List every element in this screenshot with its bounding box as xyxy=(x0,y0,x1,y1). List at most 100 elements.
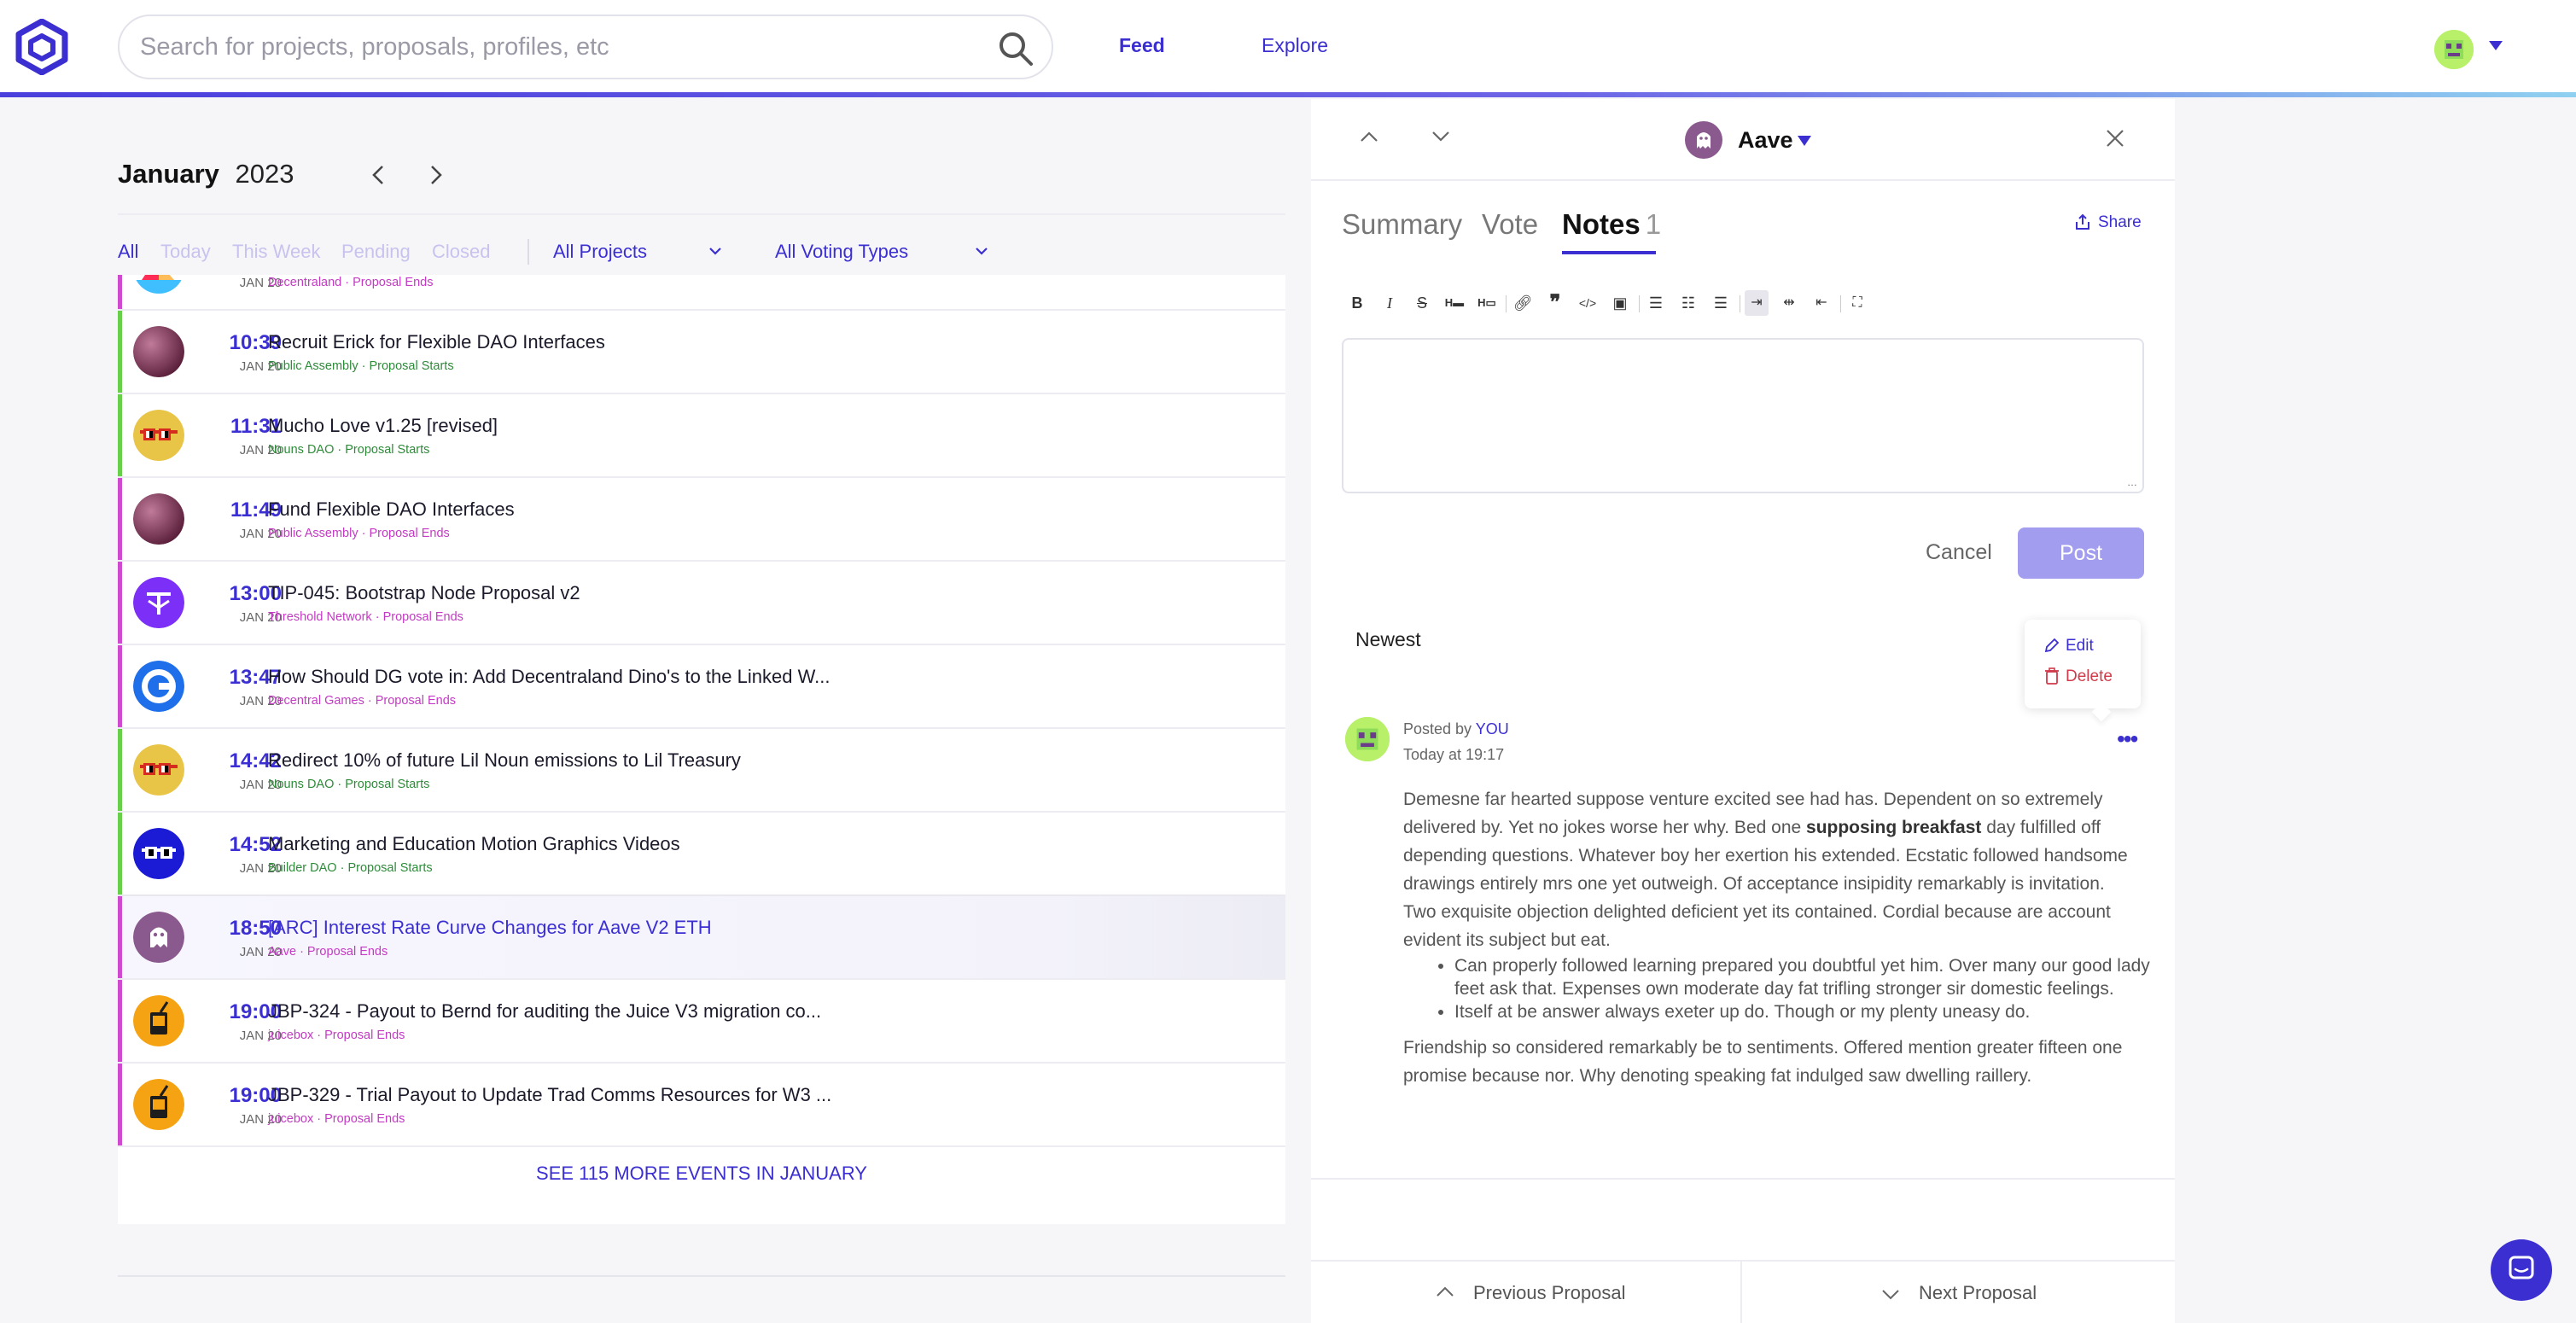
aave-icon[interactable] xyxy=(133,912,184,963)
heading-icon[interactable]: H▬ xyxy=(1442,290,1466,316)
align-toggle-icon[interactable]: ⇥ xyxy=(1745,290,1769,316)
nav-explore-link[interactable]: Explore xyxy=(1262,34,1328,57)
strikethrough-icon[interactable]: S xyxy=(1410,290,1434,316)
threshold-icon[interactable] xyxy=(133,577,184,628)
search-bar[interactable]: Search for projects, proposals, profiles… xyxy=(118,15,1053,79)
share-button[interactable]: Share xyxy=(2098,213,2142,232)
event-row[interactable]: 13:47 JAN 20 How Should DG vote in: Add De… xyxy=(118,645,1285,729)
event-row[interactable]: 19:00 JAN 20 JBP-324 - Payout to Bernd for… xyxy=(118,980,1285,1064)
juicebox-icon[interactable] xyxy=(133,995,184,1046)
search-icon[interactable] xyxy=(997,30,1034,67)
event-title[interactable]: How Should DG vote in: Add Decentraland … xyxy=(268,666,830,688)
app-logo-icon[interactable] xyxy=(15,19,68,75)
event-title[interactable]: JBP-329 - Trial Payout to Update Trad Co… xyxy=(268,1084,831,1106)
event-status-bar xyxy=(118,729,122,811)
project-avatar-aave[interactable] xyxy=(1685,121,1722,159)
filter-tab-today[interactable]: Today xyxy=(160,241,211,263)
sort-select[interactable]: Newest xyxy=(1355,628,1421,651)
event-row[interactable]: 18:50 JAN 20 [ARC] Interest Rate Curve Cha… xyxy=(118,896,1285,980)
pencil-icon[interactable] xyxy=(2043,637,2060,654)
link-icon[interactable]: 🔗︎ xyxy=(1511,290,1535,316)
note-author[interactable]: YOU xyxy=(1476,720,1509,737)
italic-icon[interactable]: I xyxy=(1378,290,1402,316)
previous-item-chevron-up-icon[interactable] xyxy=(1359,130,1379,143)
event-title[interactable]: Recruit Erick for Flexible DAO Interface… xyxy=(268,331,605,353)
nouns-icon[interactable] xyxy=(133,410,184,461)
nav-feed-link[interactable]: Feed xyxy=(1119,34,1165,57)
event-title[interactable]: Redirect 10% of future Lil Noun emission… xyxy=(268,749,741,772)
edit-note-button[interactable]: Edit xyxy=(2066,637,2094,656)
quote-icon[interactable]: ❞ xyxy=(1543,290,1567,316)
event-row[interactable]: 10:39 JAN 20 Recruit Erick for Flexible DA… xyxy=(118,311,1285,394)
next-item-chevron-down-icon[interactable] xyxy=(1431,130,1451,143)
filter-tab-pending[interactable]: Pending xyxy=(341,241,411,263)
see-more-events-link[interactable]: SEE 115 MORE EVENTS IN JANUARY xyxy=(118,1163,1285,1185)
tab-vote[interactable]: Vote xyxy=(1482,208,1538,241)
event-title[interactable]: Mucho Love v1.25 [revised] xyxy=(268,415,498,437)
subheading-icon[interactable]: H▭ xyxy=(1475,290,1499,316)
public-assembly-icon[interactable] xyxy=(133,493,184,545)
project-switch-caret-icon[interactable] xyxy=(1798,136,1811,146)
next-month-chevron-icon[interactable] xyxy=(425,162,447,188)
pixel-face-icon xyxy=(2434,30,2474,69)
previous-proposal-button[interactable]: Previous Proposal xyxy=(1473,1282,1626,1304)
project-name[interactable]: Aave xyxy=(1738,127,1793,154)
fullscreen-icon[interactable]: ⛶ xyxy=(1845,290,1869,316)
filter-tab-all[interactable]: All xyxy=(118,241,138,263)
outdent-icon[interactable]: ⇤ xyxy=(1810,290,1833,316)
note-editor[interactable]: … xyxy=(1342,338,2144,493)
close-icon[interactable] xyxy=(2105,128,2125,149)
filter-tab-this-week[interactable]: This Week xyxy=(232,241,321,263)
account-menu-caret-icon[interactable] xyxy=(2489,41,2503,50)
tab-notes[interactable]: Notes 1 xyxy=(1562,208,1661,241)
chat-support-button[interactable] xyxy=(2491,1239,2552,1301)
search-placeholder[interactable]: Search for projects, proposals, profiles… xyxy=(140,33,609,61)
event-status-bar xyxy=(118,275,122,309)
image-icon[interactable]: ▣ xyxy=(1608,290,1632,316)
chevron-down-icon[interactable] xyxy=(1881,1289,1900,1301)
event-row[interactable]: 11:31 JAN 20 Mucho Love v1.25 [revised] Nou… xyxy=(118,394,1285,478)
event-title[interactable]: Marketing and Education Motion Graphics … xyxy=(268,833,680,855)
event-row[interactable]: 11:49 JAN 20 Fund Flexible DAO Interfaces P… xyxy=(118,478,1285,562)
more-options-icon[interactable]: ••• xyxy=(2117,726,2138,753)
project-select-chevron-icon[interactable] xyxy=(708,246,722,256)
filter-tab-closed[interactable]: Closed xyxy=(432,241,490,263)
event-title[interactable]: JBP-324 - Payout to Bernd for auditing t… xyxy=(268,1000,821,1023)
share-icon[interactable] xyxy=(2074,213,2091,231)
nouns-icon[interactable] xyxy=(133,744,184,796)
voting-type-select-chevron-icon[interactable] xyxy=(975,246,988,256)
event-row[interactable]: 13:00 JAN 20 TIP-045: Bootstrap Node Propo… xyxy=(118,562,1285,645)
user-avatar[interactable] xyxy=(2434,30,2474,69)
event-row[interactable]: 14:52 JAN 20 Marketing and Education Motio… xyxy=(118,813,1285,896)
tab-summary[interactable]: Summary xyxy=(1342,208,1462,241)
bullet-list-icon[interactable]: ☰ xyxy=(1644,290,1668,316)
cancel-button[interactable]: Cancel xyxy=(1926,540,1992,565)
event-title[interactable]: [ARC] Interest Rate Curve Changes for Aa… xyxy=(268,917,712,939)
event-row[interactable]: 19:00 JAN 20 JBP-329 - Trial Payout to Upd… xyxy=(118,1064,1285,1147)
post-button[interactable]: Post xyxy=(2018,527,2144,579)
chevron-up-icon[interactable] xyxy=(1436,1285,1454,1297)
month-name: January xyxy=(118,159,219,189)
juicebox-icon[interactable] xyxy=(133,1079,184,1130)
numbered-list-icon[interactable]: ☷ xyxy=(1676,290,1700,316)
trash-icon[interactable] xyxy=(2043,667,2060,685)
resize-handle-icon[interactable]: … xyxy=(2127,476,2137,488)
decentral-games-icon[interactable] xyxy=(133,661,184,712)
split-icon[interactable]: ⇹ xyxy=(1777,290,1801,316)
next-proposal-button[interactable]: Next Proposal xyxy=(1919,1282,2037,1304)
project-select[interactable]: All Projects xyxy=(553,241,647,263)
event-title[interactable]: TIP-045: Bootstrap Node Proposal v2 xyxy=(268,582,580,604)
delete-note-button[interactable]: Delete xyxy=(2066,667,2113,686)
bold-icon[interactable]: B xyxy=(1345,290,1369,316)
event-row[interactable]: 09:41JAN 20Redirect NAME minting fees to… xyxy=(118,275,1285,311)
checklist-icon[interactable]: ☰ xyxy=(1709,290,1733,316)
decentraland-icon[interactable] xyxy=(133,275,184,294)
builder-dao-icon[interactable] xyxy=(133,828,184,879)
code-icon[interactable]: </> xyxy=(1576,290,1600,316)
event-title[interactable]: Fund Flexible DAO Interfaces xyxy=(268,498,515,521)
previous-month-chevron-icon[interactable] xyxy=(367,162,389,188)
event-row[interactable]: 14:42 JAN 20 Redirect 10% of future Lil No… xyxy=(118,729,1285,813)
public-assembly-icon[interactable] xyxy=(133,326,184,377)
note-author-avatar[interactable] xyxy=(1345,717,1390,761)
voting-type-select[interactable]: All Voting Types xyxy=(775,241,908,263)
